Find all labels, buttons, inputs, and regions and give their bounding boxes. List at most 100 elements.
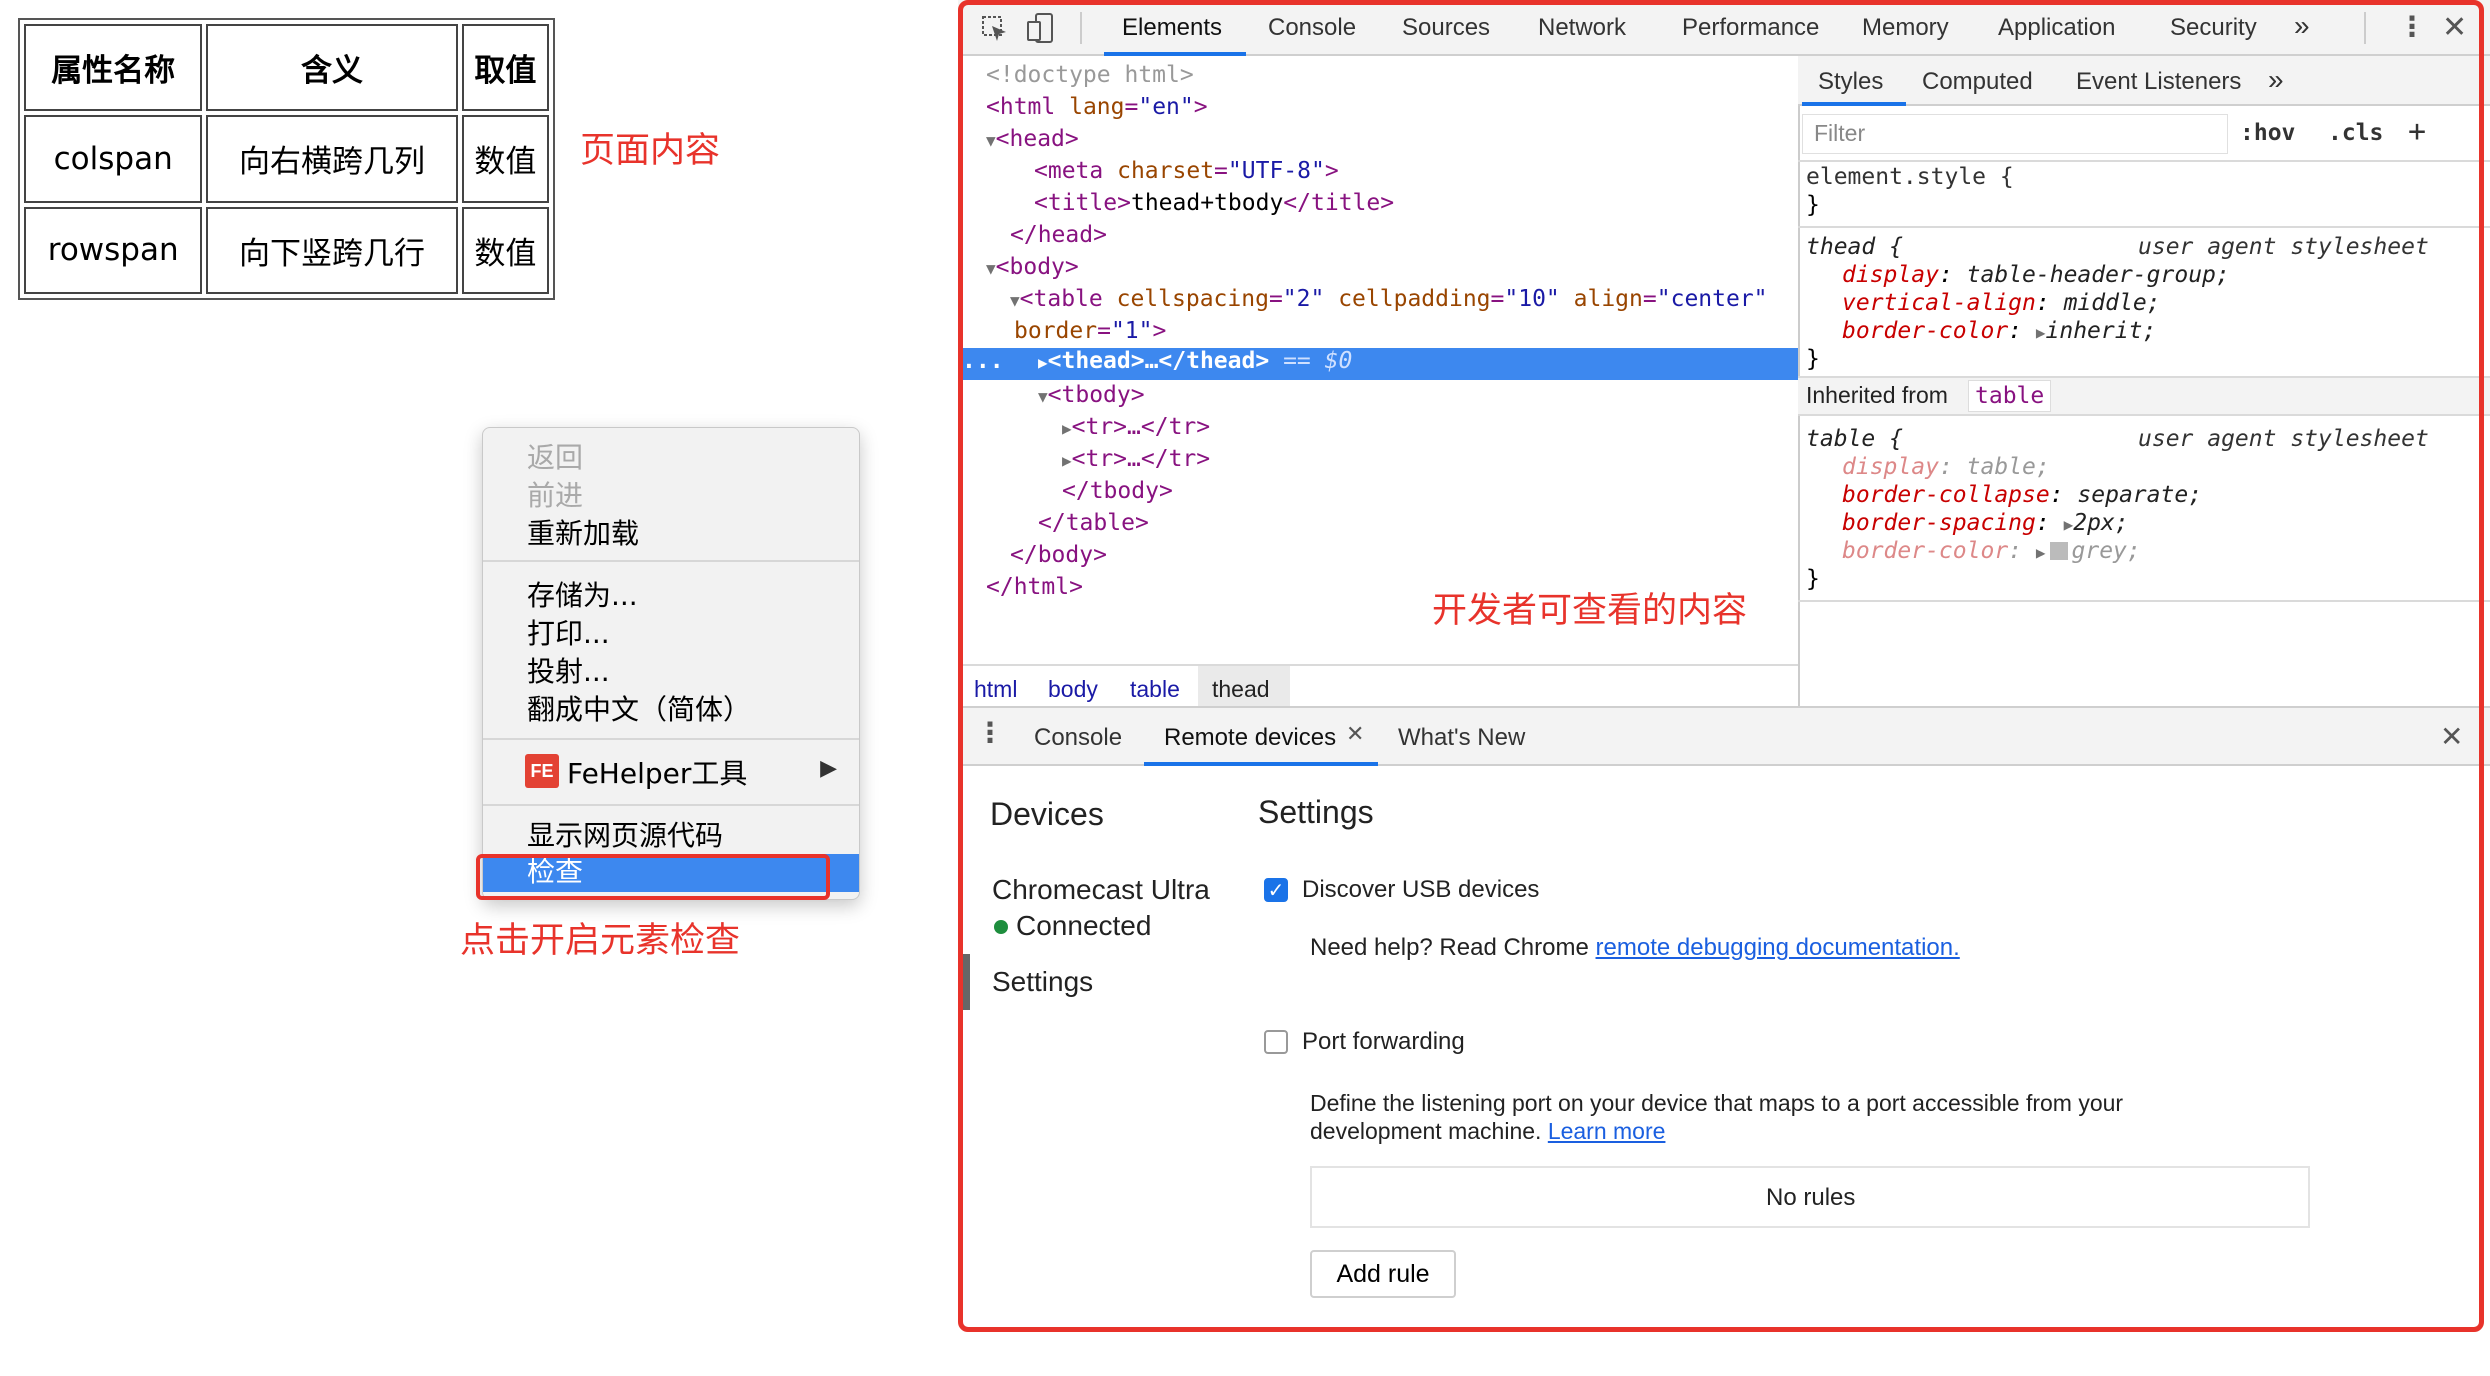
expand-triangle-icon[interactable]: ▼ bbox=[986, 131, 996, 150]
collapse-triangle-icon[interactable]: ▶ bbox=[1062, 419, 1072, 438]
expand-value-icon[interactable]: ▶ bbox=[2036, 323, 2046, 342]
drawer-tab-remote-devices[interactable]: Remote devices bbox=[1164, 724, 1336, 752]
drawer-tab-console[interactable]: Console bbox=[1034, 724, 1122, 752]
close-tab-icon[interactable]: ✕ bbox=[1346, 722, 1364, 747]
inherited-table-link[interactable]: table bbox=[1968, 380, 2052, 412]
attr-value: "1" bbox=[1110, 318, 1153, 344]
more-styles-tabs-icon[interactable]: » bbox=[2268, 64, 2284, 96]
more-tabs-icon[interactable]: » bbox=[2294, 10, 2310, 42]
menu-item-back[interactable]: 返回 bbox=[527, 436, 583, 476]
breadcrumb-html[interactable]: html bbox=[974, 676, 1017, 703]
tab-application[interactable]: Application bbox=[1998, 14, 2115, 42]
tab-computed[interactable]: Computed bbox=[1922, 68, 2033, 96]
tag-name: table bbox=[1033, 286, 1103, 312]
inspect-element-icon[interactable] bbox=[980, 14, 1010, 44]
style-declaration[interactable]: border-spacing: ▶2px; bbox=[1842, 510, 2129, 536]
tab-event-listeners[interactable]: Event Listeners bbox=[2076, 68, 2241, 96]
dom-node-body-close[interactable]: </body> bbox=[1010, 542, 1107, 568]
thead-selector[interactable]: thead { bbox=[1806, 234, 1903, 260]
kebab-menu-icon[interactable]: ⋮ bbox=[2398, 10, 2426, 43]
collapse-triangle-icon[interactable]: ▶ bbox=[1062, 451, 1072, 470]
dom-node-body[interactable]: ▼<body> bbox=[986, 254, 1079, 280]
color-swatch-icon[interactable] bbox=[2049, 542, 2068, 560]
styles-filter-input[interactable] bbox=[1802, 114, 2228, 154]
dom-node-tbody[interactable]: ▼<tbody> bbox=[1038, 382, 1145, 408]
collapse-triangle-icon[interactable]: ▶ bbox=[1038, 353, 1048, 372]
menu-divider bbox=[483, 804, 859, 806]
attr-name: cellspacing bbox=[1116, 286, 1269, 312]
expand-triangle-icon[interactable]: ▼ bbox=[1038, 387, 1048, 406]
css-prop: display bbox=[1842, 262, 1939, 288]
discover-usb-checkbox[interactable]: ✓ bbox=[1264, 878, 1288, 902]
title-text: thead+tbody bbox=[1130, 190, 1284, 216]
tab-console[interactable]: Console bbox=[1268, 14, 1356, 42]
dom-node-title[interactable]: <title>thead+tbody</title> bbox=[1034, 190, 1394, 216]
expand-triangle-icon[interactable]: ▼ bbox=[986, 259, 996, 278]
expand-value-icon[interactable]: ▶ bbox=[2064, 515, 2074, 534]
element-style-selector[interactable]: element.style { bbox=[1806, 164, 2014, 190]
tab-network[interactable]: Network bbox=[1538, 14, 1626, 42]
style-declaration[interactable]: display: table-header-group; bbox=[1842, 262, 2230, 288]
dom-node-head[interactable]: ▼<head> bbox=[986, 126, 1079, 152]
learn-more-link[interactable]: Learn more bbox=[1548, 1118, 1666, 1144]
dom-node-table-close[interactable]: </table> bbox=[1038, 510, 1149, 536]
drawer-menu-icon[interactable]: ⋮ bbox=[976, 716, 1004, 749]
menu-item-fehelper[interactable]: FeHelper工具 bbox=[567, 752, 747, 792]
tab-security[interactable]: Security bbox=[2170, 14, 2257, 42]
dom-node-meta[interactable]: <meta charset="UTF-8"> bbox=[1034, 158, 1339, 184]
styles-pane: Styles Computed Event Listeners » Filter… bbox=[1798, 56, 2490, 706]
cls-toggle[interactable]: .cls bbox=[2328, 120, 2383, 146]
drawer-tabbar: ⋮ Console Remote devices ✕ What's New ✕ bbox=[958, 706, 2490, 766]
dom-node-head-close[interactable]: </head> bbox=[1010, 222, 1107, 248]
table-selector[interactable]: table { bbox=[1806, 426, 1903, 452]
menu-item-print[interactable]: 打印... bbox=[527, 612, 610, 652]
menu-item-forward[interactable]: 前进 bbox=[527, 474, 583, 514]
settings-nav-item[interactable]: Settings bbox=[992, 966, 1093, 998]
breadcrumb-table[interactable]: table bbox=[1130, 676, 1180, 703]
style-declaration[interactable]: border-collapse: separate; bbox=[1842, 482, 2202, 508]
devices-title: Devices bbox=[990, 796, 1104, 832]
menu-item-view-source[interactable]: 显示网页源代码 bbox=[527, 814, 723, 854]
tab-memory[interactable]: Memory bbox=[1862, 14, 1949, 42]
device-name[interactable]: Chromecast Ultra bbox=[992, 874, 1210, 906]
menu-item-reload[interactable]: 重新加载 bbox=[527, 512, 639, 552]
hov-toggle[interactable]: :hov bbox=[2240, 120, 2295, 146]
tab-sources[interactable]: Sources bbox=[1402, 14, 1490, 42]
settings-title: Settings bbox=[1258, 794, 1374, 830]
expand-triangle-icon[interactable]: ▼ bbox=[1010, 291, 1020, 310]
style-declaration[interactable]: border-color: ▶inherit; bbox=[1842, 318, 2156, 344]
style-declaration[interactable]: vertical-align: middle; bbox=[1842, 290, 2161, 316]
dom-ellipsis-icon[interactable]: ... bbox=[962, 348, 1004, 374]
expand-value-icon[interactable]: ▶ bbox=[2036, 543, 2046, 562]
add-rule-button[interactable]: Add rule bbox=[1310, 1250, 1456, 1298]
style-declaration[interactable]: border-color: ▶ grey; bbox=[1842, 538, 2141, 564]
dom-node-thead[interactable]: ▶<thead>…</thead> == $0 bbox=[1038, 348, 1352, 374]
drawer-tab-whats-new[interactable]: What's New bbox=[1398, 724, 1525, 752]
dom-node-table-cont[interactable]: border="1"> bbox=[1014, 318, 1166, 344]
remote-debugging-link[interactable]: remote debugging documentation. bbox=[1596, 934, 1960, 961]
menu-item-translate[interactable]: 翻成中文（简体） bbox=[527, 688, 751, 728]
breadcrumb-thead[interactable]: thead bbox=[1212, 676, 1270, 703]
dom-node-html[interactable]: <html lang="en"> bbox=[986, 94, 1208, 120]
menu-item-cast[interactable]: 投射... bbox=[527, 650, 610, 690]
dom-node-tbody-close[interactable]: </tbody> bbox=[1062, 478, 1173, 504]
dom-node-tr[interactable]: ▶<tr>…</tr> bbox=[1062, 446, 1210, 472]
tab-performance[interactable]: Performance bbox=[1682, 14, 1819, 42]
tab-styles[interactable]: Styles bbox=[1818, 68, 1883, 96]
port-forwarding-checkbox[interactable] bbox=[1264, 1030, 1288, 1054]
dom-node-tr[interactable]: ▶<tr>…</tr> bbox=[1062, 414, 1210, 440]
tab-elements[interactable]: Elements bbox=[1122, 14, 1222, 42]
dom-doctype[interactable]: <!doctype html> bbox=[986, 62, 1194, 88]
breadcrumb-body[interactable]: body bbox=[1048, 676, 1098, 703]
dom-node-table[interactable]: ▼<table cellspacing="2" cellpadding="10"… bbox=[1010, 286, 1768, 312]
menu-item-save-as[interactable]: 存储为... bbox=[527, 574, 638, 614]
devtools-panel: Elements Console Sources Network Perform… bbox=[958, 0, 2490, 1376]
tag-name: body bbox=[1009, 254, 1065, 280]
dom-node-html-close[interactable]: </html> bbox=[986, 574, 1083, 600]
add-rule-icon[interactable]: + bbox=[2408, 114, 2426, 149]
style-declaration[interactable]: display: table; bbox=[1842, 454, 2050, 480]
close-drawer-icon[interactable]: ✕ bbox=[2440, 720, 2463, 753]
device-toolbar-icon[interactable] bbox=[1026, 12, 1056, 46]
tag-name: head bbox=[1037, 222, 1094, 248]
close-devtools-icon[interactable]: ✕ bbox=[2442, 10, 2467, 45]
